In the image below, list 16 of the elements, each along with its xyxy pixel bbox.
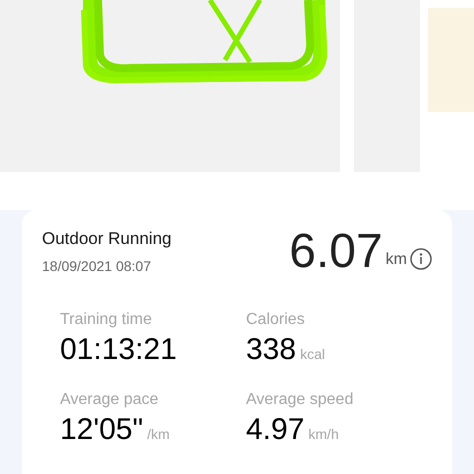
stat-value: 12'05" <box>60 412 144 448</box>
stat-label: Calories <box>246 310 306 330</box>
workout-datetime: 18/09/2021 08:07 <box>42 256 152 276</box>
stat-value: 338 <box>246 332 296 368</box>
stat-unit: /km <box>147 425 170 444</box>
workout-title: Outdoor Running <box>42 228 172 250</box>
stat-value: 4.97 <box>246 412 304 448</box>
stat-unit: km/h <box>308 425 339 444</box>
stat-value: 01:13:21 <box>60 332 177 368</box>
stat-label: Average pace <box>60 390 160 410</box>
info-icon[interactable] <box>410 248 432 270</box>
stat-label: Training time <box>60 310 153 330</box>
stat-label: Average speed <box>246 390 354 410</box>
distance-unit: km <box>386 250 407 270</box>
distance-value: 6.07 <box>289 226 383 278</box>
stat-unit: kcal <box>300 345 325 364</box>
